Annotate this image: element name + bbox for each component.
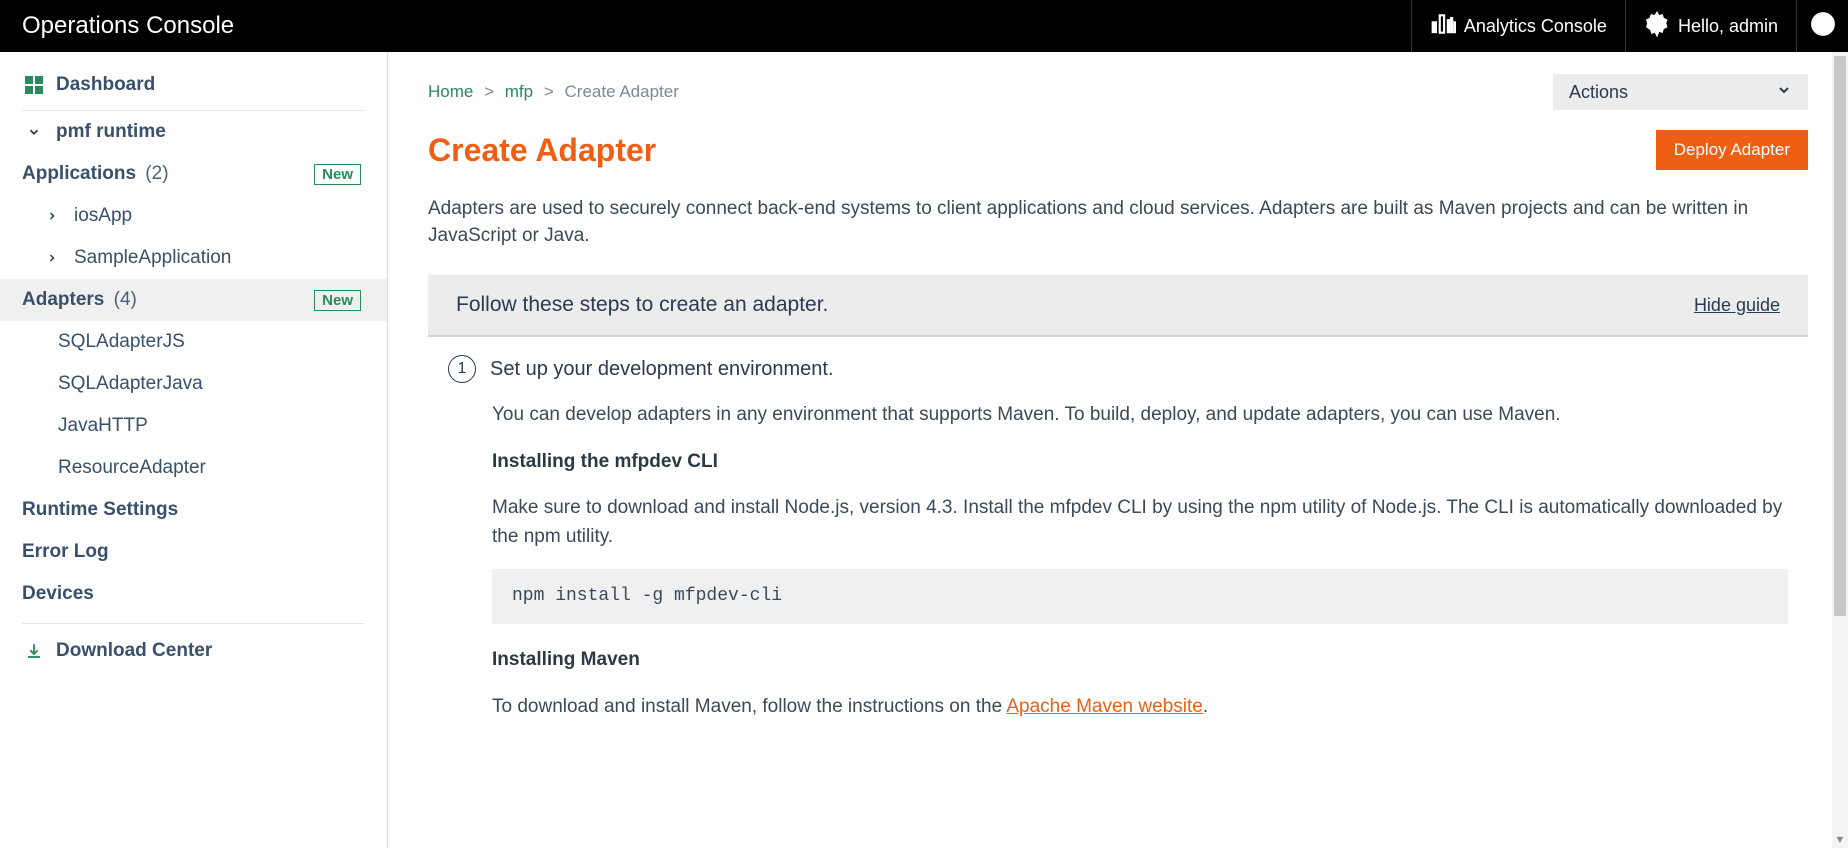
- sidebar-adapters[interactable]: Adapters (4) New: [0, 279, 387, 321]
- code-block: npm install -g mfpdev-cli: [492, 569, 1788, 624]
- breadcrumb-mfp[interactable]: mfp: [505, 82, 533, 101]
- sidebar-runtime[interactable]: pmf runtime: [0, 111, 387, 153]
- sidebar-adapter-sqladapterjs[interactable]: SQLAdapterJS: [0, 321, 387, 363]
- dashboard-icon: [22, 76, 46, 94]
- chevron-right-icon: [40, 252, 64, 264]
- sidebar-runtime-settings[interactable]: Runtime Settings: [0, 489, 387, 531]
- greeting-text: Hello, admin: [1678, 16, 1778, 37]
- sidebar-error-log[interactable]: Error Log: [0, 531, 387, 573]
- sidebar-dashboard[interactable]: Dashboard: [22, 60, 365, 111]
- app-header: Operations Console Analytics Console Hel…: [0, 0, 1848, 52]
- main-content: Home > mfp > Create Adapter Actions Crea…: [388, 52, 1848, 848]
- sidebar-download-center[interactable]: Download Center: [22, 623, 365, 678]
- sidebar-adapter-sqladapterjava[interactable]: SQLAdapterJava: [0, 363, 387, 405]
- deploy-adapter-button[interactable]: Deploy Adapter: [1656, 130, 1808, 170]
- sidebar-adapter-javahttp[interactable]: JavaHTTP: [0, 405, 387, 447]
- hide-guide-link[interactable]: Hide guide: [1694, 295, 1780, 316]
- step-paragraph: Make sure to download and install Node.j…: [492, 494, 1788, 551]
- step-subheading: Installing Maven: [492, 649, 640, 670]
- scrollbar-thumb[interactable]: [1834, 56, 1846, 616]
- analytics-console-link[interactable]: Analytics Console: [1411, 0, 1625, 52]
- info-icon: [1810, 11, 1836, 42]
- app-title: Operations Console: [22, 12, 1411, 40]
- guide-title: Follow these steps to create an adapter.: [456, 293, 828, 317]
- info-button[interactable]: [1796, 0, 1848, 52]
- step-title: Set up your development environment.: [490, 358, 834, 381]
- sidebar-devices[interactable]: Devices: [0, 573, 387, 615]
- sidebar-app-sampleapplication[interactable]: SampleApplication: [0, 237, 387, 279]
- chevron-down-icon: [22, 125, 46, 139]
- chevron-right-icon: [40, 210, 64, 222]
- new-badge[interactable]: New: [314, 290, 361, 311]
- sidebar: Dashboard pmf runtime Applications (2) N…: [0, 52, 388, 848]
- sidebar-applications[interactable]: Applications (2) New: [0, 153, 387, 195]
- step-number: 1: [448, 355, 476, 383]
- breadcrumb-current: Create Adapter: [565, 82, 679, 101]
- sidebar-adapter-resourceadapter[interactable]: ResourceAdapter: [0, 447, 387, 489]
- step-subheading: Installing the mfpdev CLI: [492, 451, 718, 472]
- step-paragraph: You can develop adapters in any environm…: [492, 401, 1788, 430]
- guide-step-1: 1 Set up your development environment. Y…: [428, 337, 1808, 721]
- chevron-down-icon: [1776, 82, 1792, 103]
- gear-icon: [1644, 11, 1670, 42]
- step-paragraph: To download and install Maven, follow th…: [492, 693, 1788, 722]
- actions-dropdown[interactable]: Actions: [1553, 74, 1808, 110]
- download-icon: [22, 642, 46, 660]
- analytics-icon: [1430, 11, 1456, 42]
- guide-header: Follow these steps to create an adapter.…: [428, 275, 1808, 337]
- user-greeting[interactable]: Hello, admin: [1625, 0, 1796, 52]
- apache-maven-link[interactable]: Apache Maven website: [1006, 696, 1202, 717]
- page-title: Create Adapter: [428, 132, 656, 169]
- sidebar-app-iosapp[interactable]: iosApp: [0, 195, 387, 237]
- scroll-down-arrow[interactable]: ▼: [1832, 832, 1848, 848]
- adapter-description: Adapters are used to securely connect ba…: [388, 170, 1848, 275]
- breadcrumb: Home > mfp > Create Adapter: [428, 82, 679, 102]
- analytics-label: Analytics Console: [1464, 16, 1607, 37]
- breadcrumb-home[interactable]: Home: [428, 82, 473, 101]
- new-badge[interactable]: New: [314, 164, 361, 185]
